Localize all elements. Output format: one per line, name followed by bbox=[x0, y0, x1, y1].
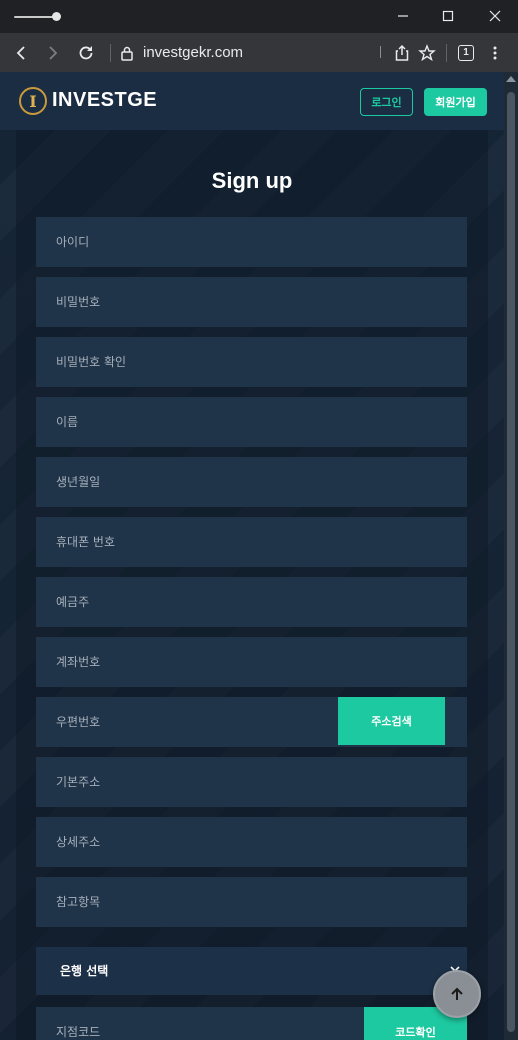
bookmark-button[interactable] bbox=[413, 39, 441, 67]
field-placeholder: 예금주 bbox=[56, 595, 90, 609]
birthdate-field[interactable]: 생년월일 bbox=[36, 457, 467, 507]
password-confirm-field[interactable]: 비밀번호 확인 bbox=[36, 337, 467, 387]
arrow-up-icon bbox=[451, 987, 463, 1000]
page-title: Sign up bbox=[211, 168, 293, 193]
site-info-button[interactable] bbox=[113, 39, 141, 67]
forward-button[interactable] bbox=[38, 39, 66, 67]
lock-icon bbox=[121, 46, 133, 61]
browser-toolbar: investgekr.com 1 bbox=[0, 33, 518, 72]
login-button[interactable]: 로그인 bbox=[360, 88, 413, 116]
field-placeholder: 상세주소 bbox=[56, 835, 101, 849]
share-button[interactable] bbox=[388, 39, 416, 67]
field-placeholder: 비밀번호 확인 bbox=[56, 355, 127, 369]
back-button[interactable] bbox=[8, 39, 36, 67]
address-bar-url[interactable]: investgekr.com bbox=[143, 42, 243, 64]
name-field[interactable]: 이름 bbox=[36, 397, 467, 447]
site-header: I INVESTGE 로그인 회원가입 bbox=[0, 72, 504, 130]
logo-letter: I bbox=[29, 91, 37, 111]
close-window-button[interactable] bbox=[481, 4, 509, 28]
field-placeholder: 기본주소 bbox=[56, 775, 101, 789]
scrollbar-thumb[interactable] bbox=[507, 92, 515, 1032]
scroll-to-top-button[interactable] bbox=[433, 970, 481, 1018]
web-page: I INVESTGE 로그인 회원가입 Sign up 아이디 비밀번호 비밀번… bbox=[0, 72, 504, 1040]
toolbar-divider bbox=[446, 44, 447, 62]
address-note-field[interactable]: 참고항목 bbox=[36, 877, 467, 927]
bank-select[interactable]: 은행 선택 bbox=[36, 947, 467, 995]
minimize-button[interactable] bbox=[389, 4, 417, 28]
signup-button[interactable]: 회원가입 bbox=[424, 88, 487, 116]
address-search-button[interactable]: 주소검색 bbox=[338, 697, 445, 745]
field-placeholder: 계좌번호 bbox=[56, 655, 101, 669]
username-field[interactable]: 아이디 bbox=[36, 217, 467, 267]
url-truncation-mark bbox=[380, 46, 381, 58]
field-placeholder: 비밀번호 bbox=[56, 295, 101, 309]
field-placeholder: 우편번호 bbox=[56, 715, 101, 729]
omnibox-divider bbox=[110, 44, 111, 62]
password-field[interactable]: 비밀번호 bbox=[36, 277, 467, 327]
account-holder-field[interactable]: 예금주 bbox=[36, 577, 467, 627]
star-add-icon bbox=[418, 44, 436, 62]
window-slider-knob[interactable] bbox=[52, 12, 61, 21]
bank-select-label: 은행 선택 bbox=[60, 964, 109, 978]
scroll-up-arrow-icon[interactable] bbox=[506, 76, 516, 82]
forward-arrow-icon bbox=[49, 46, 58, 60]
kebab-menu-icon bbox=[493, 46, 497, 60]
logo-text[interactable]: INVESTGE bbox=[52, 89, 157, 112]
share-icon bbox=[395, 44, 409, 61]
field-placeholder: 이름 bbox=[56, 415, 79, 429]
minimize-icon bbox=[398, 15, 408, 17]
field-placeholder: 아이디 bbox=[56, 235, 90, 249]
base-address-field[interactable]: 기본주소 bbox=[36, 757, 467, 807]
field-placeholder: 휴대폰 번호 bbox=[56, 535, 116, 549]
menu-button[interactable] bbox=[481, 39, 509, 67]
reload-icon bbox=[79, 46, 93, 60]
phone-field[interactable]: 휴대폰 번호 bbox=[36, 517, 467, 567]
maximize-button[interactable] bbox=[434, 4, 462, 28]
account-number-field[interactable]: 계좌번호 bbox=[36, 637, 467, 687]
close-icon bbox=[489, 10, 501, 22]
maximize-icon bbox=[442, 10, 454, 22]
reload-button[interactable] bbox=[72, 39, 100, 67]
browser-titlebar bbox=[0, 0, 518, 33]
field-placeholder: 참고항목 bbox=[56, 895, 101, 909]
back-arrow-icon bbox=[16, 46, 25, 60]
logo-icon[interactable]: I bbox=[19, 87, 47, 115]
field-placeholder: 지점코드 bbox=[56, 1025, 101, 1039]
detail-address-field[interactable]: 상세주소 bbox=[36, 817, 467, 867]
tab-count-button[interactable]: 1 bbox=[458, 45, 474, 61]
field-placeholder: 생년월일 bbox=[56, 475, 101, 489]
